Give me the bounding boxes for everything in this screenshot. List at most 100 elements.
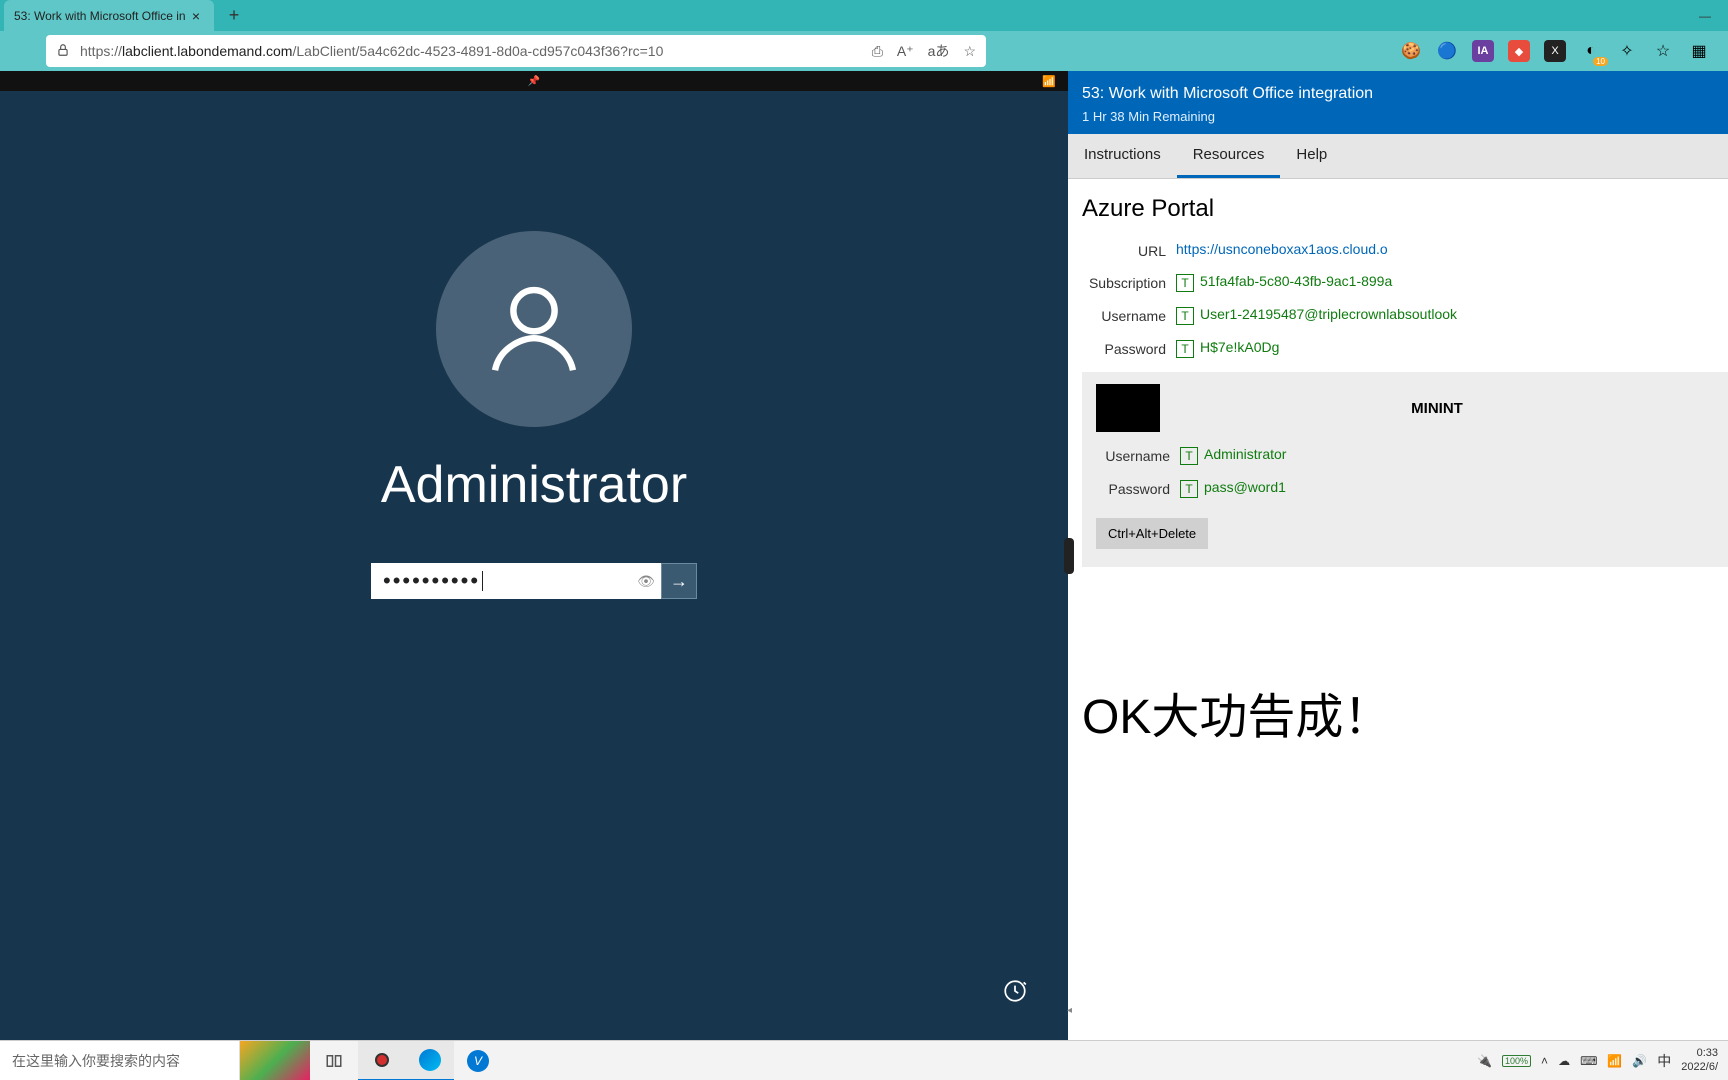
- label-url: URL: [1082, 241, 1176, 259]
- translate-icon[interactable]: aあ: [928, 41, 950, 61]
- value-vm-username[interactable]: Administrator: [1204, 446, 1286, 462]
- content-area: 📌 📶 Administrator •••••••••• 👁 → ◂: [0, 71, 1728, 1040]
- clock-date: 2022/6/: [1681, 1061, 1718, 1074]
- extension-icon-6[interactable]: ◐: [1580, 40, 1602, 62]
- vm-login-screen[interactable]: Administrator •••••••••• 👁 →: [0, 91, 1068, 1040]
- power-icon[interactable]: 🔌: [1477, 1054, 1492, 1068]
- value-password[interactable]: H$7e!kA0Dg: [1200, 339, 1279, 355]
- submit-login-button[interactable]: →: [661, 563, 697, 599]
- address-bar[interactable]: https://labclient.labondemand.com/LabCli…: [46, 35, 986, 67]
- favorites-icon[interactable]: ☆: [1652, 40, 1674, 62]
- vm-viewer-pane: 📌 📶 Administrator •••••••••• 👁 → ◂: [0, 71, 1068, 1040]
- type-text-icon[interactable]: T: [1176, 307, 1194, 325]
- extension-icon-3[interactable]: IA: [1472, 40, 1494, 62]
- address-actions: ⎙ A⁺ aあ ☆: [872, 41, 976, 61]
- taskbar-app-recorder[interactable]: [358, 1041, 406, 1080]
- row-vm-username: Username T Administrator: [1096, 446, 1714, 465]
- lab-time-remaining: 1 Hr 38 Min Remaining: [1082, 109, 1714, 124]
- record-icon: [375, 1053, 389, 1067]
- splitter-handle[interactable]: [1064, 538, 1074, 574]
- toolbar-extensions: 🍪 🔵 IA ◆ X ◐ ✧ ☆ ▦: [1400, 40, 1720, 62]
- vm-card: MININT Username T Administrator Password…: [1082, 372, 1728, 567]
- overlay-big-text: OK大功告成！: [1082, 677, 1714, 747]
- url-text: https://labclient.labondemand.com/LabCli…: [80, 43, 872, 59]
- section-title: Azure Portal: [1082, 195, 1714, 223]
- address-bar-row: https://labclient.labondemand.com/LabCli…: [0, 31, 1728, 71]
- extension-icon-4[interactable]: ◆: [1508, 40, 1530, 62]
- window-controls: —: [1682, 0, 1728, 31]
- password-input[interactable]: ••••••••••: [371, 563, 631, 599]
- row-username: Username T User1-24195487@triplecrownlab…: [1082, 306, 1714, 325]
- lab-panel: 53: Work with Microsoft Office integrati…: [1068, 71, 1728, 1040]
- value-subscription[interactable]: 51fa4fab-5c80-43fb-9ac1-899a: [1200, 273, 1392, 289]
- ime-indicator[interactable]: 中: [1657, 1051, 1671, 1071]
- label-username: Username: [1082, 306, 1176, 324]
- wifi-icon[interactable]: 📶: [1607, 1054, 1622, 1068]
- vm-name: MININT: [1160, 400, 1714, 417]
- close-icon[interactable]: ×: [188, 8, 204, 24]
- volume-icon[interactable]: 🔊: [1632, 1054, 1647, 1068]
- new-tab-button[interactable]: +: [220, 2, 248, 30]
- row-subscription: Subscription T 51fa4fab-5c80-43fb-9ac1-8…: [1082, 273, 1714, 292]
- keyboard-icon[interactable]: ⌨: [1580, 1054, 1597, 1068]
- lock-icon: [56, 43, 70, 60]
- browser-tab[interactable]: 53: Work with Microsoft Office in ×: [4, 0, 214, 31]
- paste-icon[interactable]: ⎙: [872, 43, 883, 60]
- v-icon: V: [467, 1050, 489, 1072]
- extension-icon-5[interactable]: X: [1544, 40, 1566, 62]
- label-vm-password: Password: [1096, 479, 1180, 497]
- person-icon: [479, 274, 589, 384]
- favorite-icon[interactable]: ☆: [963, 43, 976, 60]
- extensions-menu-icon[interactable]: ✧: [1616, 40, 1638, 62]
- clock[interactable]: 0:33 2022/6/: [1681, 1047, 1718, 1073]
- edge-icon: [419, 1049, 441, 1071]
- tab-resources[interactable]: Resources: [1177, 134, 1281, 178]
- ctrl-alt-delete-button[interactable]: Ctrl+Alt+Delete: [1096, 518, 1208, 549]
- label-subscription: Subscription: [1082, 273, 1176, 291]
- onedrive-icon[interactable]: ☁: [1558, 1054, 1570, 1068]
- vm-card-header: MININT: [1096, 384, 1714, 432]
- lab-title: 53: Work with Microsoft Office integrati…: [1082, 85, 1714, 103]
- login-username: Administrator: [381, 455, 687, 515]
- tab-instructions[interactable]: Instructions: [1068, 134, 1177, 178]
- cortana-image[interactable]: [240, 1041, 310, 1080]
- row-url: URL https://usnconeboxax1aos.cloud.o: [1082, 241, 1714, 259]
- collections-icon[interactable]: ▦: [1688, 40, 1710, 62]
- read-aloud-icon[interactable]: A⁺: [897, 43, 914, 60]
- ease-of-access-icon[interactable]: [1002, 978, 1028, 1010]
- vm-toolbar: 📌 📶: [0, 71, 1068, 91]
- row-password: Password T H$7e!kA0Dg: [1082, 339, 1714, 358]
- user-avatar: [436, 231, 632, 427]
- type-text-icon[interactable]: T: [1176, 274, 1194, 292]
- taskbar-app-v[interactable]: V: [454, 1041, 502, 1080]
- password-row: •••••••••• 👁 →: [371, 563, 697, 599]
- browser-tab-strip: 53: Work with Microsoft Office in × + —: [0, 0, 1728, 31]
- tray-chevron-icon[interactable]: ˄: [1541, 1054, 1548, 1068]
- label-password: Password: [1082, 339, 1176, 357]
- type-text-icon[interactable]: T: [1180, 480, 1198, 498]
- value-vm-password[interactable]: pass@word1: [1204, 479, 1286, 495]
- lab-header: 53: Work with Microsoft Office integrati…: [1068, 71, 1728, 134]
- battery-indicator[interactable]: 100%: [1502, 1055, 1531, 1067]
- extension-icon-2[interactable]: 🔵: [1436, 40, 1458, 62]
- vm-thumbnail[interactable]: [1096, 384, 1160, 432]
- tab-help[interactable]: Help: [1280, 134, 1343, 178]
- collapse-arrow-icon[interactable]: ◂: [1067, 1005, 1072, 1016]
- signal-icon: 📶: [1042, 75, 1056, 88]
- minimize-button[interactable]: —: [1682, 0, 1728, 31]
- pin-icon[interactable]: 📌: [528, 76, 540, 87]
- tab-title: 53: Work with Microsoft Office in: [14, 9, 188, 23]
- taskbar-search-input[interactable]: 在这里输入你要搜索的内容: [0, 1041, 240, 1080]
- taskbar-app-edge[interactable]: [406, 1041, 454, 1080]
- system-tray: 🔌 100% ˄ ☁ ⌨ 📶 🔊 中 0:33 2022/6/: [1467, 1047, 1728, 1073]
- value-username[interactable]: User1-24195487@triplecrownlabsoutlook: [1200, 306, 1457, 322]
- type-text-icon[interactable]: T: [1176, 340, 1194, 358]
- extension-icon-1[interactable]: 🍪: [1400, 40, 1422, 62]
- type-text-icon[interactable]: T: [1180, 447, 1198, 465]
- label-vm-username: Username: [1096, 446, 1180, 464]
- value-url[interactable]: https://usnconeboxax1aos.cloud.o: [1176, 241, 1388, 257]
- reveal-password-icon[interactable]: 👁: [631, 563, 661, 599]
- host-taskbar: 在这里输入你要搜索的内容 V 🔌 100% ˄ ☁ ⌨ 📶 🔊 中 0:33 2…: [0, 1040, 1728, 1080]
- task-view-icon[interactable]: [310, 1041, 358, 1080]
- lab-tabs: Instructions Resources Help: [1068, 134, 1728, 179]
